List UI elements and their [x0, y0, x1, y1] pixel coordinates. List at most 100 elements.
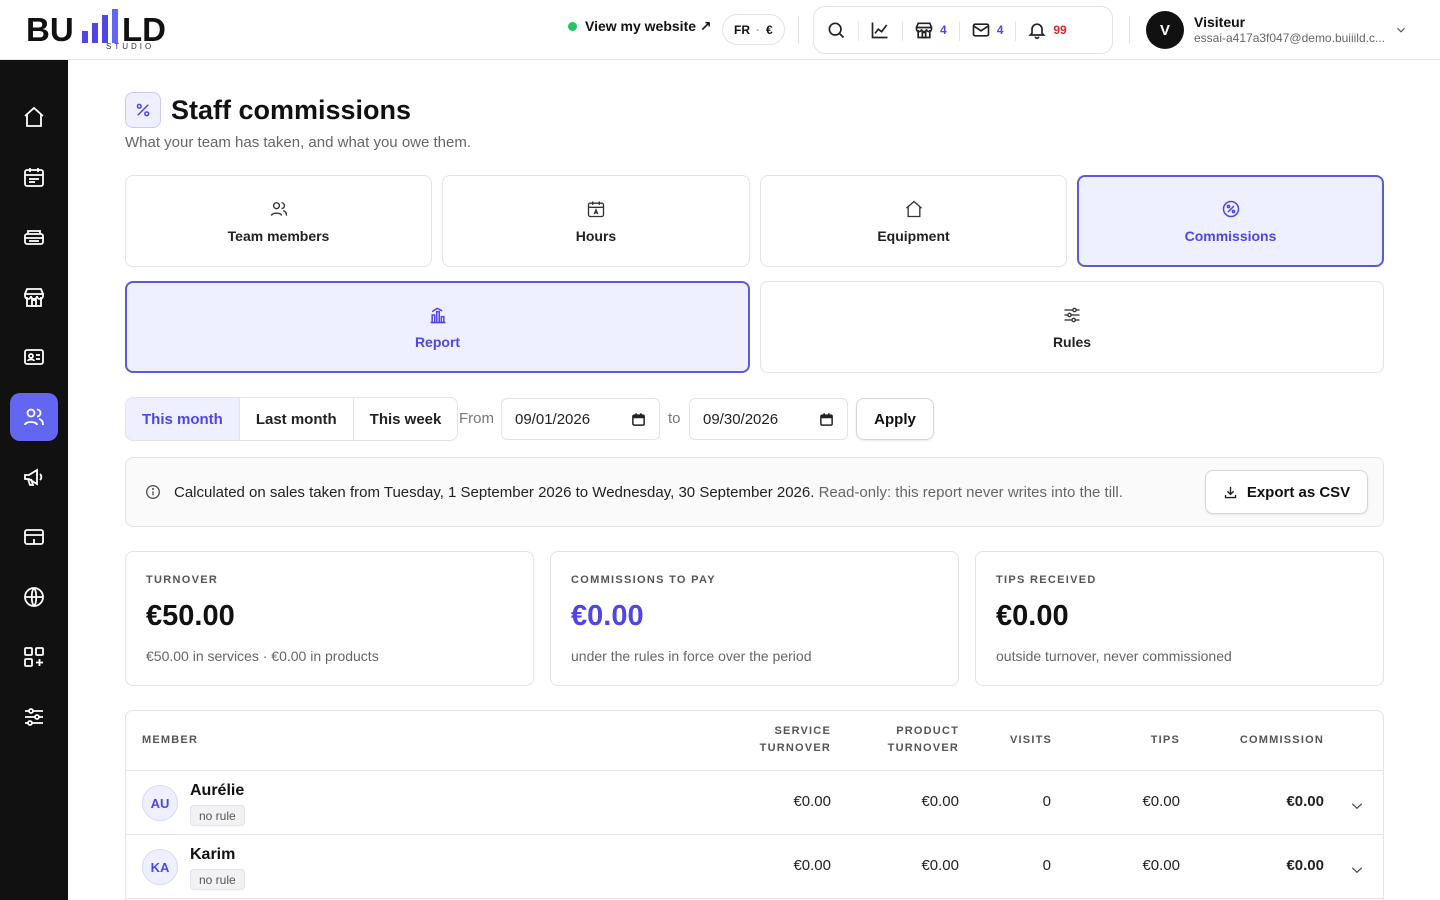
store-icon: [915, 22, 933, 39]
store-button[interactable]: 4: [902, 7, 959, 53]
from-date-input[interactable]: 09/01/2026: [501, 398, 660, 440]
tab-team-members[interactable]: Team members: [125, 175, 432, 267]
currency-label: €: [766, 22, 773, 37]
download-icon: [1224, 486, 1236, 498]
apps-icon: [24, 647, 44, 667]
sidebar-item-website[interactable]: [10, 573, 58, 621]
bar-chart-icon: [430, 306, 445, 323]
sidebar: [0, 60, 68, 900]
view-website-link[interactable]: View my website ↗: [568, 18, 712, 35]
chevron-down-icon[interactable]: [1350, 863, 1364, 877]
sidebar-item-store[interactable]: [10, 273, 58, 321]
col-label-line: PRODUCT: [896, 725, 959, 737]
search-button[interactable]: [814, 7, 858, 53]
period-this-week[interactable]: This week: [354, 398, 458, 440]
calendar-icon[interactable]: [631, 412, 646, 427]
divider: [1129, 16, 1130, 44]
calendar-icon: [24, 168, 44, 187]
export-label: Export as CSV: [1246, 483, 1351, 501]
chevron-down-icon[interactable]: [1394, 23, 1408, 37]
rule-badge: no rule: [190, 869, 245, 890]
sidebar-item-home[interactable]: [10, 93, 58, 141]
apply-button[interactable]: Apply: [856, 398, 934, 440]
contact-card-icon: [24, 349, 44, 365]
percent-icon: [125, 92, 161, 128]
to-label: to: [668, 410, 681, 427]
tab-commissions[interactable]: Commissions: [1077, 175, 1384, 267]
sidebar-item-team[interactable]: [10, 393, 58, 441]
sliders-icon: [25, 708, 43, 726]
cell-visits: 0: [1042, 793, 1051, 810]
info-period: Calculated on sales taken from Tuesday, …: [174, 484, 815, 501]
to-date-input[interactable]: 09/30/2026: [689, 398, 848, 440]
period-this-month[interactable]: This month: [126, 398, 240, 440]
logo[interactable]: BU LD STUDIO: [26, 9, 186, 53]
stat-label: TIPS RECEIVED: [996, 574, 1097, 586]
table-row[interactable]: KA Karim no rule €0.00 €0.00 0 €0.00 €0.…: [126, 835, 1383, 899]
calendar-icon[interactable]: [819, 412, 834, 427]
export-csv-button[interactable]: Export as CSV: [1205, 470, 1368, 514]
stat-value: €50.00: [146, 600, 235, 632]
cell-product-turnover: €0.00: [921, 857, 959, 874]
sliders-icon: [1064, 307, 1080, 322]
chevron-down-icon[interactable]: [1350, 799, 1364, 813]
table-row[interactable]: AU Aurélie no rule €0.00 €0.00 0 €0.00 €…: [126, 771, 1383, 835]
mail-icon: [972, 23, 990, 37]
svg-text:BU: BU: [26, 11, 74, 48]
calendar-icon: [587, 201, 605, 217]
tab-label: Hours: [575, 227, 617, 244]
tab-equipment[interactable]: Equipment: [760, 175, 1067, 267]
info-readonly-note: Read-only: this report never writes into…: [818, 484, 1123, 501]
sidebar-item-payments[interactable]: [10, 513, 58, 561]
sidebar-item-contacts[interactable]: [10, 333, 58, 381]
logo-subtitle: STUDIO: [106, 42, 155, 51]
online-status-dot: [568, 22, 577, 31]
member-name: Aurélie: [190, 782, 245, 799]
store-count: 4: [940, 23, 947, 37]
messages-count: 4: [996, 23, 1004, 37]
notifications-count: 99: [1053, 23, 1067, 37]
cell-service-turnover: €0.00: [793, 793, 831, 810]
avatar: V: [1146, 11, 1184, 49]
member-avatar: AU: [142, 785, 178, 821]
subtab-label: Rules: [1052, 333, 1092, 350]
sidebar-item-settings[interactable]: [10, 693, 58, 741]
analytics-button[interactable]: [858, 7, 902, 53]
stat-value: €0.00: [571, 600, 644, 632]
from-label: From: [459, 410, 494, 427]
to-date-value: 09/30/2026: [703, 410, 779, 428]
sidebar-item-apps[interactable]: [10, 633, 58, 681]
subtab-report[interactable]: Report: [125, 281, 750, 373]
subtab-rules[interactable]: Rules: [760, 281, 1384, 373]
period-last-month[interactable]: Last month: [240, 398, 354, 440]
sidebar-item-register[interactable]: [10, 213, 58, 261]
language-currency-selector[interactable]: FR · €: [722, 14, 785, 45]
col-commission[interactable]: COMMISSION: [1216, 732, 1324, 749]
sidebar-item-calendar[interactable]: [10, 153, 58, 201]
stat-card-commissions: COMMISSIONS TO PAY €0.00 under the rules…: [550, 551, 959, 686]
percent-icon: [1222, 200, 1239, 217]
cell-tips: €0.00: [1142, 857, 1180, 874]
commissions-table: MEMBER SERVICE TURNOVER PRODUCT TURNOVER…: [125, 710, 1384, 900]
user-menu[interactable]: V Visiteur essai-a417a3f047@demo.buiiild…: [1146, 11, 1389, 49]
info-icon: [146, 485, 160, 499]
stat-card-turnover: TURNOVER €50.00 €50.00 in services · €0.…: [125, 551, 534, 686]
from-date-value: 09/01/2026: [515, 410, 591, 428]
notifications-button[interactable]: 99: [1015, 7, 1078, 53]
sidebar-item-marketing[interactable]: [10, 453, 58, 501]
period-selector: This month Last month This week: [125, 397, 459, 441]
info-text: Calculated on sales taken from Tuesday, …: [174, 484, 1123, 501]
col-visits[interactable]: VISITS: [1010, 732, 1052, 749]
subtab-label: Report: [414, 333, 461, 350]
col-product-turnover[interactable]: PRODUCT TURNOVER: [854, 723, 959, 757]
messages-button[interactable]: 4: [958, 7, 1016, 53]
card-icon: [24, 529, 44, 545]
tab-hours[interactable]: Hours: [442, 175, 750, 267]
col-label-line: SERVICE: [774, 725, 831, 737]
col-service-turnover[interactable]: SERVICE TURNOVER: [726, 723, 831, 757]
user-name: Visiteur: [1194, 14, 1246, 30]
col-tips[interactable]: TIPS: [1096, 732, 1180, 749]
cell-service-turnover: €0.00: [793, 857, 831, 874]
stat-label: TURNOVER: [146, 574, 219, 586]
home-icon: [24, 106, 44, 127]
